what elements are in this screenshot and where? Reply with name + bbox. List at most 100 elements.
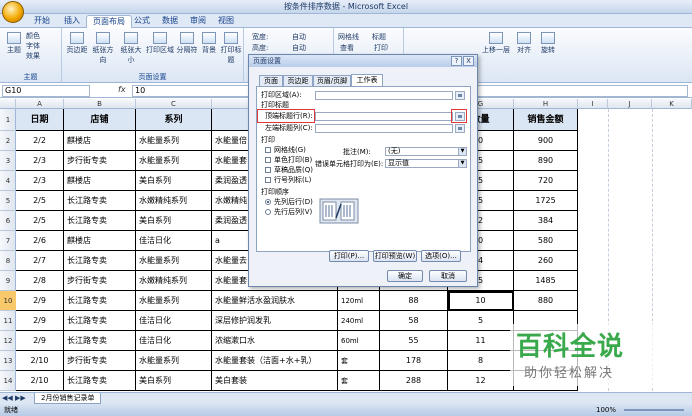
print-area-button[interactable]: 打印区域 xyxy=(146,32,174,55)
select-all-corner[interactable] xyxy=(0,99,16,109)
table-cell-store[interactable]: 麒楼店 xyxy=(64,131,136,151)
tab-page-layout[interactable]: 页面布局 xyxy=(86,15,132,28)
table-cell-series[interactable]: 水能量系列 xyxy=(136,351,212,371)
table-header-cell[interactable]: 店铺 xyxy=(64,109,136,131)
bring-forward-button[interactable]: 上移一层 xyxy=(482,32,510,55)
table-cell-store[interactable]: 长江路专卖 xyxy=(64,251,136,271)
row-header[interactable]: 11 xyxy=(0,311,16,331)
print-area-input[interactable] xyxy=(315,91,453,100)
table-cell-spec[interactable]: 套 xyxy=(338,351,380,371)
office-button[interactable] xyxy=(2,1,24,23)
table-cell-date[interactable]: 2/10 xyxy=(16,371,64,391)
row-header[interactable]: 13 xyxy=(0,351,16,371)
table-cell-series[interactable]: 水能量系列 xyxy=(136,291,212,311)
table-cell-date[interactable]: 2/5 xyxy=(16,191,64,211)
top-rows-input[interactable] xyxy=(315,112,453,121)
table-cell-series[interactable]: 美白系列 xyxy=(136,171,212,191)
orientation-button[interactable]: 纸张方向 xyxy=(90,32,116,65)
column-header-c[interactable]: C xyxy=(136,99,212,109)
table-cell-store[interactable]: 麒楼店 xyxy=(64,171,136,191)
row-header[interactable]: 1 xyxy=(0,109,16,131)
table-cell-series[interactable]: 佳洁日化 xyxy=(136,331,212,351)
table-cell-store[interactable]: 长江路专卖 xyxy=(64,191,136,211)
height-select[interactable]: 自动 xyxy=(292,43,306,53)
bw-checkbox[interactable] xyxy=(265,157,271,163)
column-header-k[interactable]: K xyxy=(652,99,692,109)
table-cell-qty[interactable]: 11 xyxy=(448,331,514,351)
left-cols-input[interactable] xyxy=(315,124,453,133)
table-cell-price[interactable]: 288 xyxy=(380,371,448,391)
table-cell-date[interactable]: 2/9 xyxy=(16,331,64,351)
table-cell-store[interactable]: 长江路专卖 xyxy=(64,331,136,351)
print-option[interactable]: 打印 xyxy=(374,43,388,53)
table-cell-series[interactable]: 水能量系列 xyxy=(136,251,212,271)
zoom-slider[interactable] xyxy=(624,409,684,411)
row-header[interactable]: 9 xyxy=(0,271,16,291)
row-header[interactable]: 4 xyxy=(0,171,16,191)
table-cell-store[interactable]: 步行街专卖 xyxy=(64,271,136,291)
table-cell-sales[interactable]: 1725 xyxy=(514,191,578,211)
table-cell-sales[interactable]: 890 xyxy=(514,151,578,171)
align-button[interactable]: 对齐 xyxy=(514,32,534,55)
width-select[interactable]: 自动 xyxy=(292,32,306,42)
draft-checkbox[interactable] xyxy=(265,167,271,173)
headings-option[interactable]: 标题 xyxy=(372,32,386,42)
options-button[interactable]: 选项(O)... xyxy=(421,250,461,262)
ok-button[interactable]: 确定 xyxy=(387,270,423,282)
table-cell-sales[interactable]: 720 xyxy=(514,171,578,191)
dialog-tab-page[interactable]: 页面 xyxy=(259,75,283,86)
table-cell-series[interactable]: 水能量系列 xyxy=(136,131,212,151)
column-header-h[interactable]: H xyxy=(514,99,578,109)
row-header[interactable]: 12 xyxy=(0,331,16,351)
table-cell-price[interactable]: 88 xyxy=(380,291,448,311)
column-header-i[interactable]: I xyxy=(578,99,608,109)
row-header[interactable]: 5 xyxy=(0,191,16,211)
print-button[interactable]: 打印(P)... xyxy=(329,250,369,262)
table-cell-store[interactable]: 长江路专卖 xyxy=(64,211,136,231)
comments-select[interactable]: (无) ▼ xyxy=(385,147,467,156)
sheet-tab-feb-sales[interactable]: 2月份销售记录单 xyxy=(34,393,102,404)
fonts-button[interactable]: 字体 xyxy=(26,41,40,51)
column-header-a[interactable]: A xyxy=(16,99,64,109)
table-cell-series[interactable]: 水能量系列 xyxy=(136,151,212,171)
table-cell-sales[interactable]: 580 xyxy=(514,231,578,251)
table-cell-series[interactable]: 佳洁日化 xyxy=(136,311,212,331)
sheet-nav-arrows-icon[interactable]: ◀◀ ▶▶ xyxy=(2,394,26,402)
table-cell-date[interactable]: 2/9 xyxy=(16,311,64,331)
table-cell-sales[interactable]: 880 xyxy=(514,291,578,311)
table-cell-spec[interactable]: 120ml xyxy=(338,291,380,311)
effects-button[interactable]: 效果 xyxy=(26,51,40,61)
table-cell-store[interactable]: 长江路专卖 xyxy=(64,291,136,311)
table-header-cell[interactable]: 系列 xyxy=(136,109,212,131)
breaks-button[interactable]: 分隔符 xyxy=(176,32,198,55)
row-header[interactable]: 7 xyxy=(0,231,16,251)
table-cell-sales[interactable]: 384 xyxy=(514,211,578,231)
table-cell-date[interactable]: 2/9 xyxy=(16,291,64,311)
zoom-level[interactable]: 100% xyxy=(596,404,616,416)
table-cell-name[interactable]: 美白套装 xyxy=(212,371,338,391)
table-cell-qty[interactable]: 5 xyxy=(448,311,514,331)
left-cols-collapse-icon[interactable] xyxy=(455,124,465,133)
row-header[interactable]: 2 xyxy=(0,131,16,151)
table-cell-price[interactable]: 55 xyxy=(380,331,448,351)
table-cell-sales[interactable]: 260 xyxy=(514,251,578,271)
rowcol-checkbox[interactable] xyxy=(265,177,271,183)
table-cell-series[interactable]: 水嫩精纯系列 xyxy=(136,271,212,291)
close-button[interactable]: X xyxy=(463,56,474,66)
table-cell-date[interactable]: 2/5 xyxy=(16,211,64,231)
gridlines-checkbox[interactable] xyxy=(265,147,271,153)
table-cell-name[interactable]: 深层修护润发乳 xyxy=(212,311,338,331)
order-down-radio[interactable] xyxy=(265,199,271,205)
table-cell-date[interactable]: 2/7 xyxy=(16,251,64,271)
table-cell-store[interactable]: 麒楼店 xyxy=(64,231,136,251)
table-cell-date[interactable]: 2/3 xyxy=(16,151,64,171)
row-header[interactable]: 10 xyxy=(0,291,16,311)
table-cell-series[interactable]: 水嫩精纯系列 xyxy=(136,191,212,211)
order-over-radio[interactable] xyxy=(265,209,271,215)
table-cell-qty[interactable]: 12 xyxy=(448,371,514,391)
table-cell-date[interactable]: 2/10 xyxy=(16,351,64,371)
column-header-j[interactable]: J xyxy=(608,99,652,109)
tab-data[interactable]: 数据 xyxy=(156,15,184,28)
gridlines-option[interactable]: 网格线 xyxy=(338,32,359,42)
table-cell-series[interactable]: 美白系列 xyxy=(136,371,212,391)
